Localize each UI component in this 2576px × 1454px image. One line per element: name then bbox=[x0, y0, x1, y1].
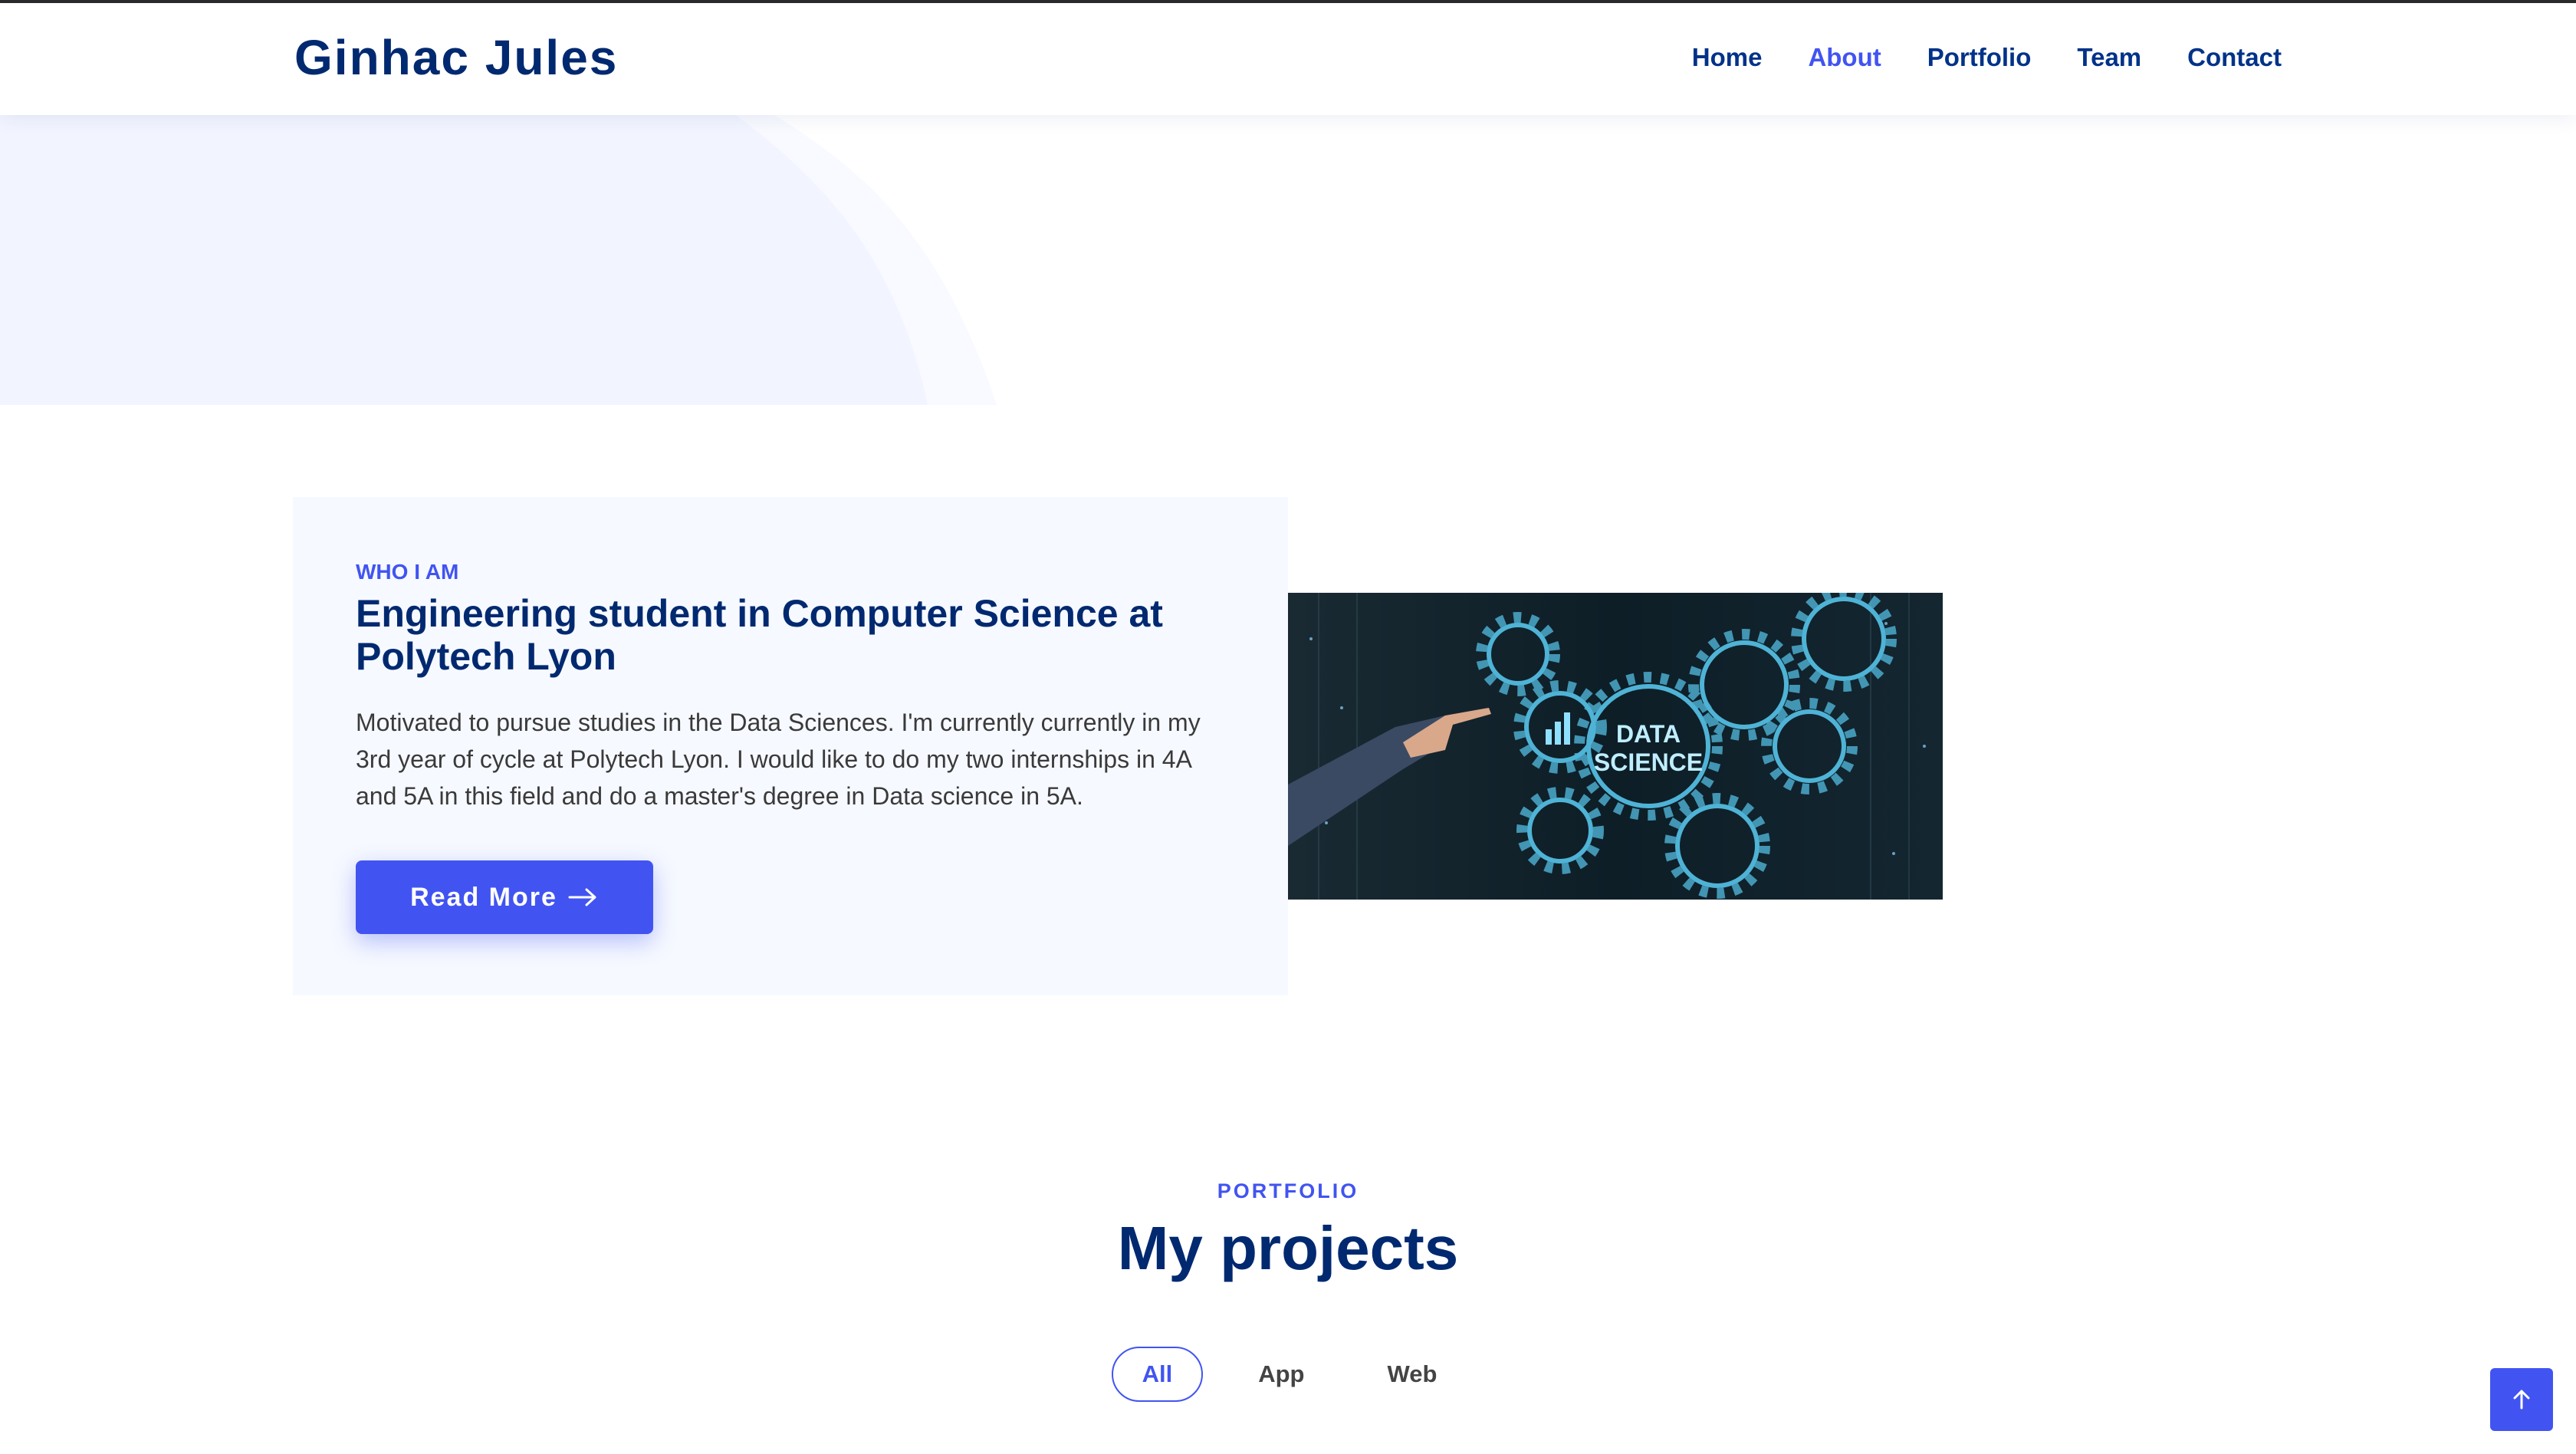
portfolio-eyebrow: PORTFOLIO bbox=[1217, 1179, 1359, 1202]
hero-blob-shape bbox=[0, 115, 997, 405]
hero-background bbox=[0, 115, 1012, 405]
image-label-data: DATA bbox=[1616, 720, 1681, 748]
data-science-image: DATA SCIENCE bbox=[1288, 593, 1943, 900]
data-science-illustration: DATA SCIENCE bbox=[1288, 593, 1943, 900]
nav-team[interactable]: Team bbox=[2077, 43, 2141, 72]
filter-all[interactable]: All bbox=[1111, 1347, 1204, 1402]
main-nav: Home About Portfolio Team Contact bbox=[1692, 43, 2282, 72]
about-title: Engineering student in Computer Science … bbox=[356, 592, 1163, 678]
about-eyebrow: WHO I AM bbox=[356, 560, 459, 584]
read-more-label: Read More bbox=[410, 882, 557, 912]
nav-portfolio[interactable]: Portfolio bbox=[1927, 43, 2032, 72]
filter-app[interactable]: App bbox=[1230, 1347, 1332, 1402]
nav-contact[interactable]: Contact bbox=[2187, 43, 2282, 72]
image-label-science: SCIENCE bbox=[1594, 748, 1703, 776]
portfolio-filters: All App Web bbox=[0, 1347, 2576, 1402]
site-header: Ginhac Jules Home About Portfolio Team C… bbox=[0, 3, 2576, 115]
about-description: Motivated to pursue studies in the Data … bbox=[356, 709, 1201, 810]
arrow-up-icon bbox=[2513, 1390, 2530, 1410]
filter-web[interactable]: Web bbox=[1360, 1347, 1465, 1402]
arrow-right-icon bbox=[568, 888, 596, 906]
nav-about[interactable]: About bbox=[1808, 43, 1881, 72]
nav-home[interactable]: Home bbox=[1692, 43, 1763, 72]
read-more-button[interactable]: Read More bbox=[356, 860, 653, 934]
portfolio-title: My projects bbox=[1117, 1214, 1459, 1282]
site-logo[interactable]: Ginhac Jules bbox=[294, 29, 618, 86]
about-card: WHO I AM Engineering student in Computer… bbox=[293, 497, 1288, 995]
back-to-top-button[interactable] bbox=[2490, 1368, 2553, 1431]
